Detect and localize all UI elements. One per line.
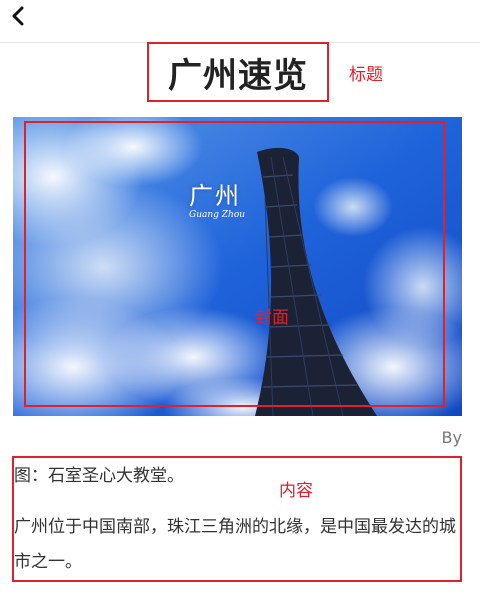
back-button[interactable] (6, 4, 30, 28)
annotation-content-label: 内容 (279, 481, 313, 501)
cover-highlight-box (24, 121, 445, 407)
page-title: 广州速览 (168, 55, 308, 96)
chevron-left-icon (12, 6, 24, 26)
annotation-cover-label: 封面 (255, 308, 289, 328)
annotation-title-label: 标题 (349, 65, 383, 85)
byline: By (441, 428, 462, 447)
top-bar (0, 0, 480, 43)
content-paragraph: 广州位于中国南部，珠江三角洲的北缘，是中国最发达的城市之一。 (14, 517, 456, 572)
title-highlight-box: 广州速览 (147, 42, 329, 102)
image-caption: 图：石室圣心大教堂。 (14, 466, 184, 486)
